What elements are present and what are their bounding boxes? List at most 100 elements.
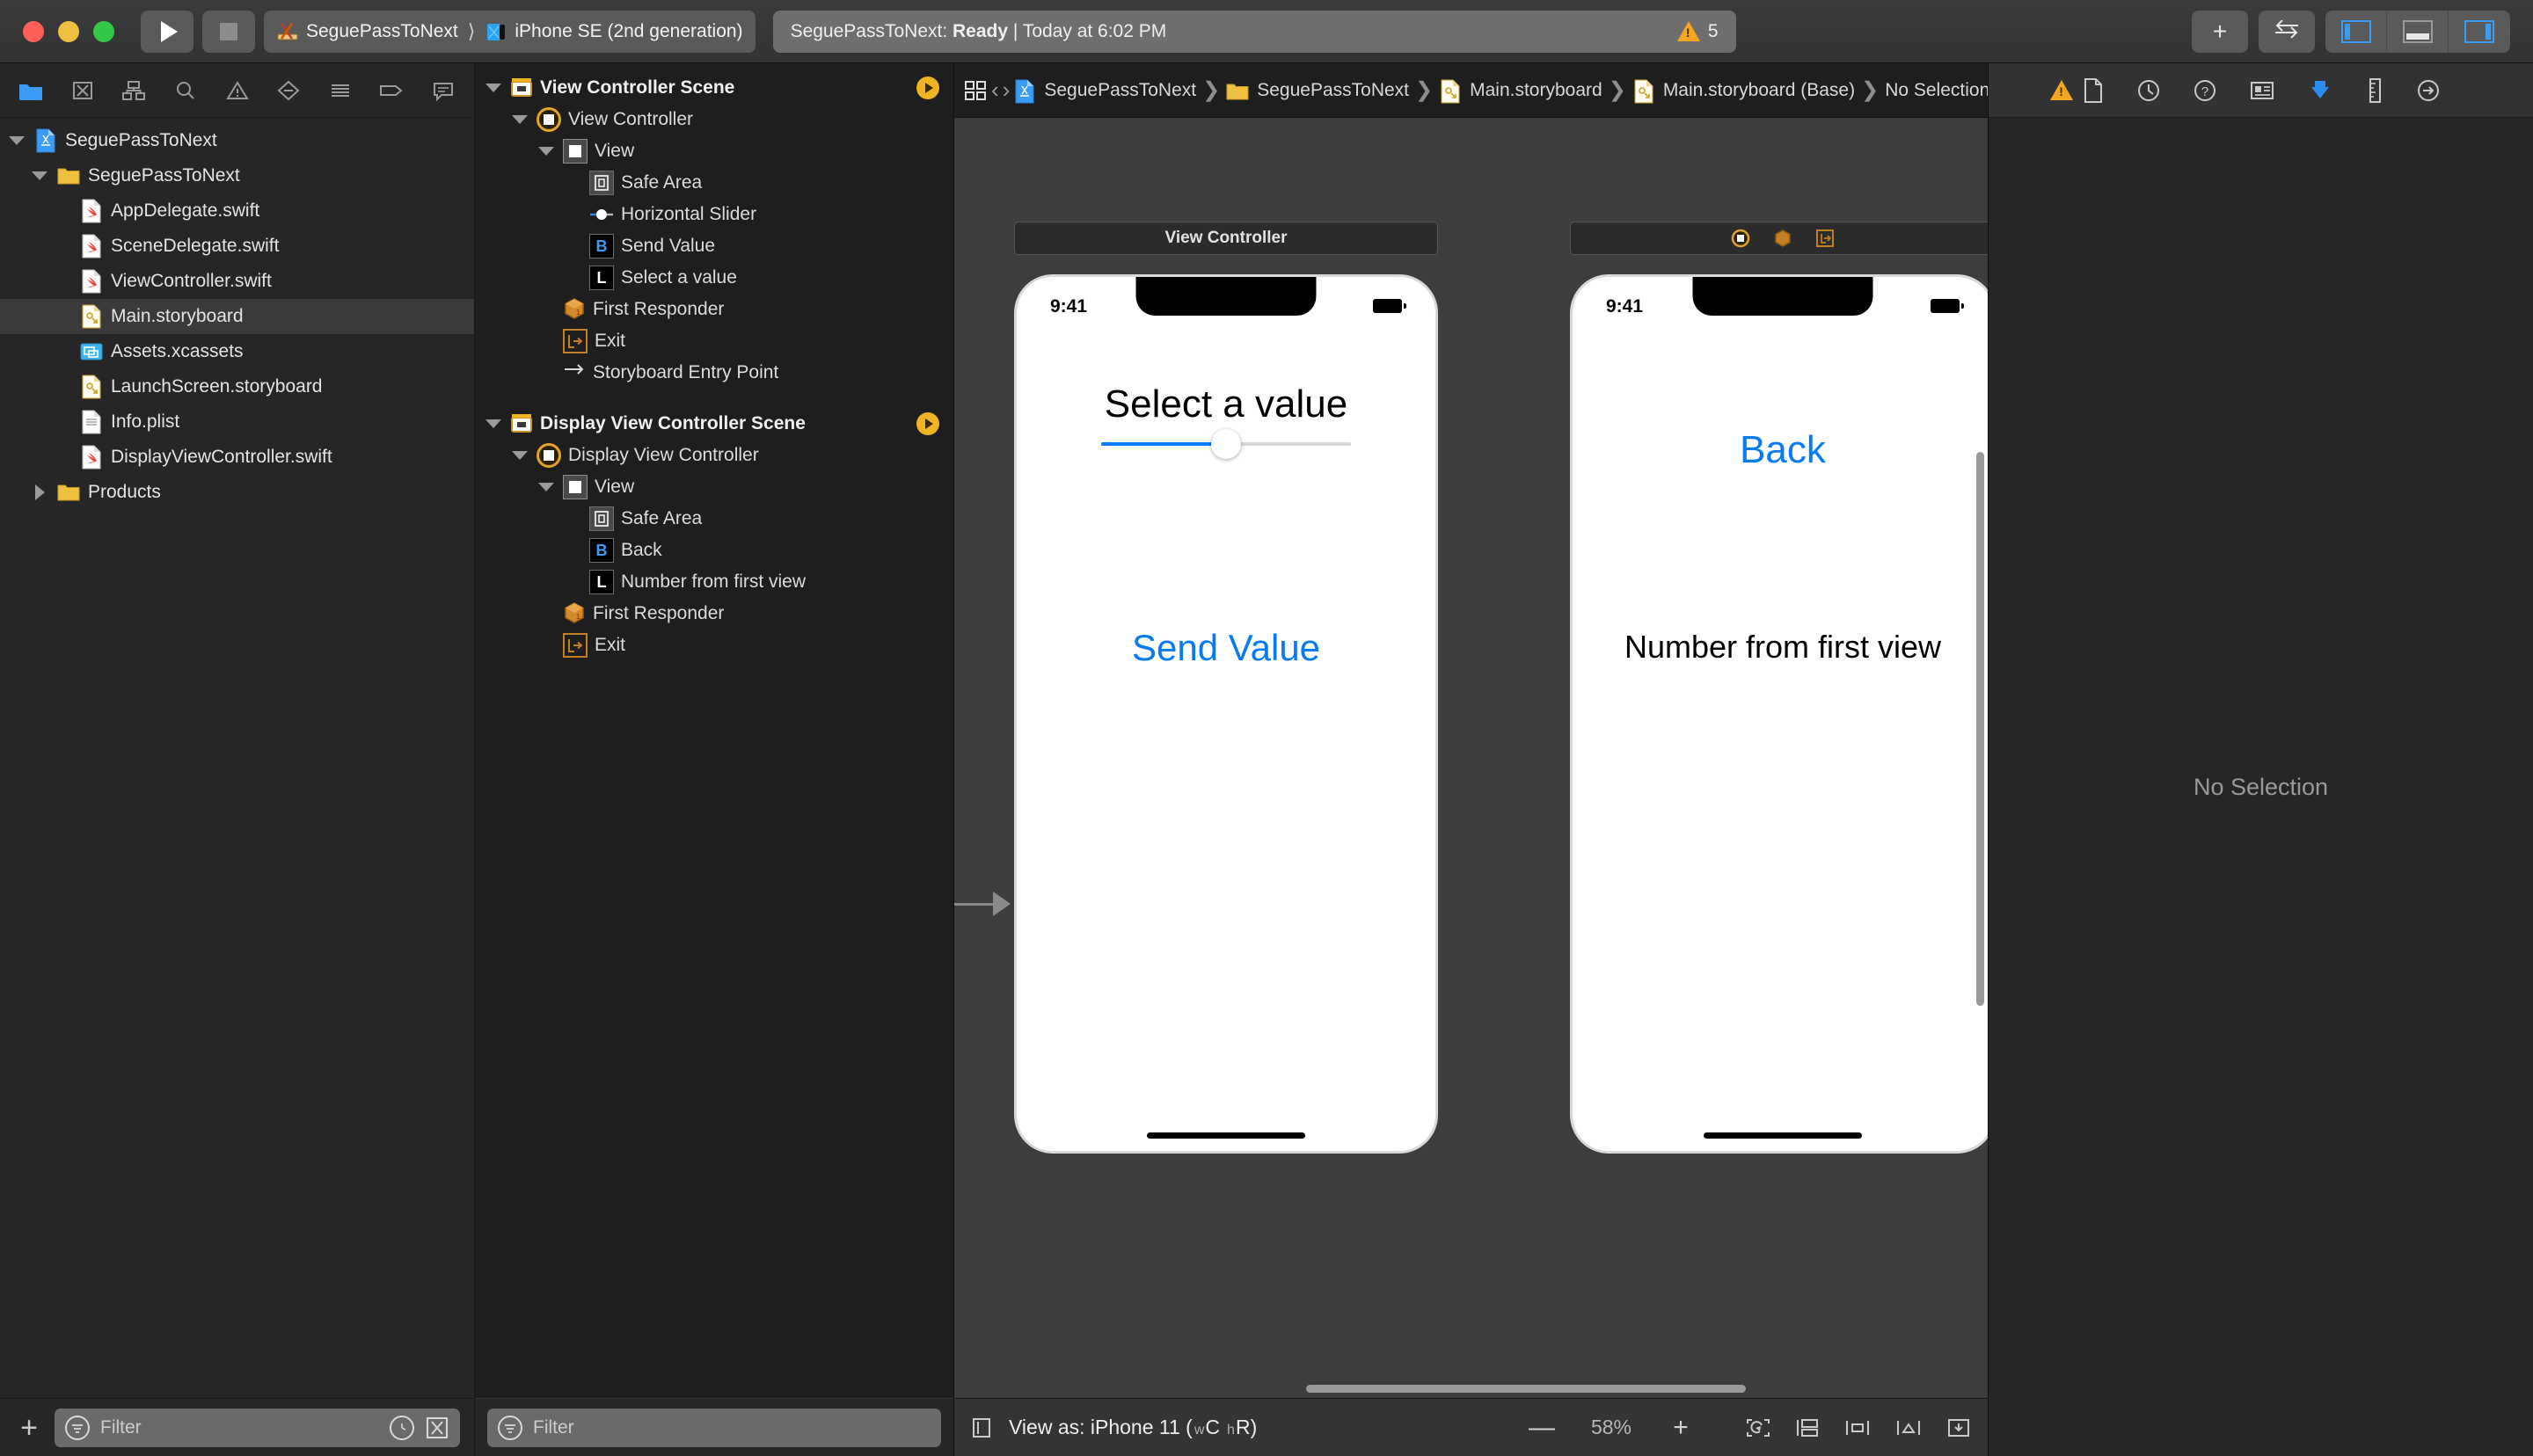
scene-display-view-controller[interactable]: 9:41 Back Number from first view xyxy=(1570,222,1988,1154)
file-tree-row[interactable]: AppDelegate.swift xyxy=(0,193,474,229)
file-tree-row[interactable]: Products xyxy=(0,475,474,510)
outline-row[interactable]: Display View Controller Scene xyxy=(475,408,953,440)
scene1-device-frame[interactable]: 9:41 Select a value Send Value xyxy=(1014,274,1438,1154)
breadcrumb-item[interactable]: Main.storyboard xyxy=(1439,79,1602,103)
zoom-out-button[interactable]: — xyxy=(1529,1413,1555,1443)
outline-row[interactable]: View Controller Scene xyxy=(475,72,953,104)
disclosure-triangle[interactable] xyxy=(30,171,49,180)
send-value-button[interactable]: Send Value xyxy=(1017,627,1435,669)
disclosure-triangle[interactable] xyxy=(484,84,503,92)
navigator-filter-field[interactable]: Filter xyxy=(55,1408,460,1447)
view-as-toggle-icon[interactable] xyxy=(970,1416,993,1439)
symbol-navigator-icon[interactable] xyxy=(108,69,160,112)
add-file-button[interactable]: + xyxy=(14,1413,44,1443)
size-inspector-icon[interactable] xyxy=(2365,77,2384,104)
scene-view-controller[interactable]: View Controller 9:41 Select a value Send… xyxy=(1014,222,1438,1154)
scene2-device-frame[interactable]: 9:41 Back Number from first view xyxy=(1570,274,1988,1154)
test-navigator-icon[interactable] xyxy=(263,69,315,112)
scene2-title-bar[interactable] xyxy=(1570,222,1988,255)
resolve-issues-icon[interactable] xyxy=(1945,1416,1972,1439)
outline-row[interactable]: Exit xyxy=(475,630,953,661)
embed-in-icon[interactable] xyxy=(1794,1416,1821,1439)
file-tree-row[interactable]: SeguePassToNext xyxy=(0,158,474,193)
outline-row[interactable]: Safe Area xyxy=(475,503,953,535)
outline-row[interactable]: Horizontal Slider xyxy=(475,199,953,230)
file-tree-row[interactable]: SceneDelegate.swift xyxy=(0,229,474,264)
breadcrumb-item[interactable]: SeguePassToNext xyxy=(1013,79,1196,103)
warning-count-chip[interactable]: 5 xyxy=(1676,21,1719,42)
debug-area-toggle[interactable] xyxy=(2387,10,2449,53)
canvas-horizontal-scrollbar[interactable] xyxy=(1306,1385,1746,1393)
file-tree-row[interactable]: LaunchScreen.storyboard xyxy=(0,369,474,404)
breadcrumb-item[interactable]: SeguePassToNext xyxy=(1226,79,1409,102)
inspector-toggle[interactable] xyxy=(2449,11,2510,53)
scheme-destination-selector[interactable]: SeguePassToNext ⟩ iPhone SE (2nd generat… xyxy=(264,10,756,53)
horizontal-slider[interactable] xyxy=(1101,429,1351,459)
disclosure-triangle[interactable] xyxy=(510,115,529,124)
file-inspector-icon[interactable] xyxy=(2082,77,2105,104)
outline-row[interactable]: View xyxy=(475,135,953,167)
activity-status-bar[interactable]: SeguePassToNext: Ready | Today at 6:02 P… xyxy=(772,10,1736,53)
exit-icon[interactable] xyxy=(1815,229,1835,248)
first-responder-icon[interactable] xyxy=(1773,229,1792,248)
file-tree-row[interactable]: Main.storyboard xyxy=(0,299,474,334)
close-window-button[interactable] xyxy=(23,20,44,42)
find-navigator-icon[interactable] xyxy=(160,69,212,112)
editor-back-button[interactable]: ‹ xyxy=(991,76,999,104)
identity-inspector-icon[interactable] xyxy=(2249,79,2275,102)
attributes-inspector-icon[interactable] xyxy=(2307,77,2333,104)
source-control-navigator-icon[interactable] xyxy=(57,69,109,112)
file-tree-row[interactable]: Assets.xcassets xyxy=(0,334,474,369)
code-review-button[interactable] xyxy=(2259,10,2315,53)
zoom-window-button[interactable] xyxy=(93,20,114,42)
disclosure-triangle[interactable] xyxy=(7,136,26,145)
connections-inspector-icon[interactable] xyxy=(2416,78,2441,103)
breakpoint-navigator-icon[interactable] xyxy=(366,69,418,112)
project-navigator-icon[interactable] xyxy=(5,69,57,112)
select-a-value-label[interactable]: Select a value xyxy=(1017,382,1435,426)
debug-navigator-icon[interactable] xyxy=(314,69,366,112)
document-outline-tree[interactable]: View Controller Scene View Controller View… xyxy=(475,63,953,1398)
breadcrumb[interactable]: SeguePassToNext ❯ SeguePassToNext ❯ Main.sto… xyxy=(1013,77,1989,103)
outline-row[interactable]: Storyboard Entry Point xyxy=(475,357,953,389)
outline-row[interactable]: 1 First Responder xyxy=(475,294,953,325)
disclosure-triangle[interactable] xyxy=(537,147,556,156)
view-as-label[interactable]: View as: iPhone 11 ( w C h R ) xyxy=(1009,1416,1257,1439)
scene-zoom-arrow-icon[interactable] xyxy=(916,76,939,99)
back-button[interactable]: Back xyxy=(1573,428,1988,472)
outline-filter-field[interactable]: Filter xyxy=(487,1408,941,1447)
breadcrumb-item[interactable]: No Selection xyxy=(1885,80,1989,101)
outline-row[interactable]: View Controller xyxy=(475,104,953,135)
zoom-in-button[interactable]: + xyxy=(1668,1413,1694,1443)
slider-knob[interactable] xyxy=(1211,429,1241,459)
align-icon[interactable] xyxy=(1843,1416,1872,1439)
outline-row[interactable]: L Number from first view xyxy=(475,566,953,598)
navigator-toggle[interactable] xyxy=(2325,10,2387,53)
disclosure-triangle[interactable] xyxy=(537,483,556,491)
minimize-window-button[interactable] xyxy=(58,20,79,42)
outline-row[interactable]: View xyxy=(475,471,953,503)
add-constraints-icon[interactable] xyxy=(1894,1416,1923,1439)
stop-button[interactable] xyxy=(202,10,255,53)
history-inspector-icon[interactable] xyxy=(2136,78,2161,103)
file-tree-row[interactable]: SeguePassToNext xyxy=(0,123,474,158)
run-button[interactable] xyxy=(141,10,193,53)
scene-zoom-arrow-icon[interactable] xyxy=(916,412,939,435)
outline-row[interactable]: Display View Controller xyxy=(475,440,953,471)
quick-help-icon[interactable]: ? xyxy=(2193,78,2217,103)
scene1-title-bar[interactable]: View Controller xyxy=(1014,222,1438,255)
add-button[interactable]: + xyxy=(2192,10,2248,53)
file-tree-row[interactable]: DisplayViewController.swift xyxy=(0,440,474,475)
disclosure-triangle[interactable] xyxy=(30,484,49,500)
report-navigator-icon[interactable] xyxy=(418,69,470,112)
view-controller-icon[interactable] xyxy=(1731,229,1750,248)
canvas-vertical-scrollbar[interactable] xyxy=(1976,452,1984,1006)
outline-row[interactable]: Exit xyxy=(475,325,953,357)
update-frames-icon[interactable] xyxy=(1745,1416,1771,1439)
file-tree-row[interactable]: Info.plist xyxy=(0,404,474,440)
disclosure-triangle[interactable] xyxy=(484,419,503,428)
number-from-first-view-label[interactable]: Number from first view xyxy=(1573,629,1988,666)
outline-row[interactable]: 1 First Responder xyxy=(475,598,953,630)
issue-navigator-icon[interactable] xyxy=(211,69,263,112)
source-control-filter-icon[interactable] xyxy=(425,1416,449,1440)
